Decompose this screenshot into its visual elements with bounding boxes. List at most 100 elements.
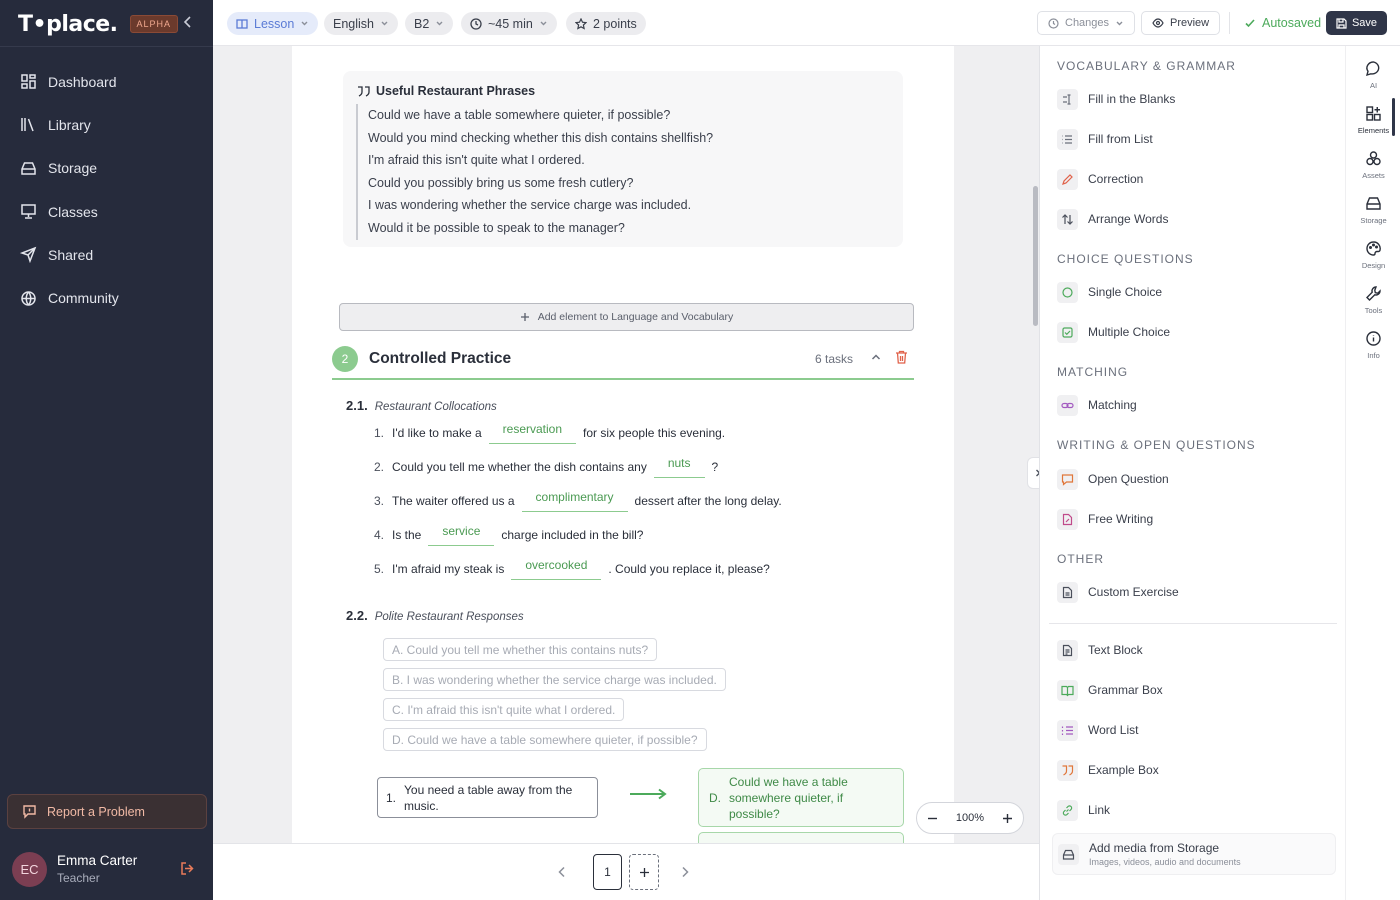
match-option[interactable]: A. Could you tell me whether this contai…	[383, 638, 658, 661]
match-option[interactable]: B. I was wondering whether the service c…	[383, 668, 726, 691]
exercise-title[interactable]: Restaurant Collocations	[375, 401, 497, 413]
autosave-label: Autosaved	[1262, 16, 1322, 30]
element-arrange-words[interactable]: Arrange Words	[1057, 206, 1168, 232]
sidebar-item-classes[interactable]: Classes	[0, 190, 213, 233]
answer-blank[interactable]: overcooked	[511, 558, 602, 580]
rail-item-assets[interactable]: Assets	[1346, 150, 1400, 180]
list-item: Could you possibly bring us some fresh c…	[356, 171, 713, 195]
element-label: Text Block	[1088, 643, 1143, 657]
match-option[interactable]: D. Could we have a table somewhere quiet…	[383, 728, 707, 751]
trash-icon[interactable]	[895, 350, 908, 364]
user-role: Teacher	[57, 871, 100, 885]
preview-button[interactable]: Preview	[1141, 11, 1221, 35]
element-fill-blanks[interactable]: Fill in the Blanks	[1057, 86, 1175, 112]
avatar[interactable]: EC	[12, 851, 47, 887]
expand-panel-button[interactable]	[1027, 457, 1039, 489]
sidebar-item-dashboard[interactable]: Dashboard	[0, 60, 213, 103]
element-free-writing[interactable]: Free Writing	[1057, 506, 1153, 532]
chevron-down-icon	[435, 19, 444, 28]
scrollbar[interactable]	[1033, 186, 1038, 326]
chevron-left-icon[interactable]	[557, 866, 567, 878]
element-link[interactable]: Link	[1057, 797, 1110, 823]
answer-blank[interactable]: reservation	[488, 422, 577, 444]
info-icon	[1365, 330, 1382, 347]
rail-item-elements[interactable]: Elements	[1346, 105, 1400, 135]
match-option[interactable]: C. I'm afraid this isn't quite what I or…	[383, 698, 625, 721]
chevron-up-icon[interactable]	[870, 351, 882, 363]
section-title[interactable]: Controlled Practice	[369, 350, 511, 368]
eye-icon	[1152, 17, 1164, 29]
exercise-title[interactable]: Polite Restaurant Responses	[375, 611, 524, 623]
category-heading: MATCHING	[1057, 365, 1129, 379]
report-problem-button[interactable]: Report a Problem	[7, 794, 207, 829]
sidebar-item-label: Classes	[48, 203, 98, 220]
element-custom-exercise[interactable]: Custom Exercise	[1057, 579, 1179, 605]
top-bar: Lesson English B2 ~45 min 2 points Chang…	[213, 0, 1400, 46]
preview-label: Preview	[1170, 17, 1210, 29]
shared-icon	[20, 246, 37, 264]
element-matching[interactable]: Matching	[1057, 392, 1137, 418]
logout-icon[interactable]	[180, 861, 195, 876]
add-page-button[interactable]	[629, 854, 659, 890]
element-multiple-choice[interactable]: Multiple Choice	[1057, 319, 1170, 345]
collapse-sidebar-icon[interactable]	[180, 14, 196, 30]
sidebar-item-library[interactable]: Library	[0, 103, 213, 146]
element-open-question[interactable]: Open Question	[1057, 466, 1169, 492]
category-heading: CHOICE QUESTIONS	[1057, 252, 1194, 266]
document-icon	[1057, 581, 1078, 603]
arrows-icon	[1057, 208, 1078, 230]
list-item: I'm afraid this isn't quite what I order…	[356, 149, 713, 172]
sidebar-item-community[interactable]: Community	[0, 276, 213, 319]
exercise-header: 2.2. Polite Restaurant Responses	[346, 608, 524, 623]
rail-item-storage[interactable]: Storage	[1346, 195, 1400, 225]
add-element-label: Add element to Language and Vocabulary	[537, 311, 734, 323]
element-single-choice[interactable]: Single Choice	[1057, 279, 1162, 305]
element-word-list[interactable]: Word List	[1057, 717, 1138, 743]
answer-blank[interactable]: complimentary	[521, 490, 628, 512]
quote-icon	[357, 85, 370, 98]
zoom-in-button[interactable]	[1002, 813, 1013, 824]
phrases-box[interactable]: Useful Restaurant Phrases Could we have …	[343, 71, 903, 247]
save-button[interactable]: Save	[1326, 11, 1387, 35]
row-number: 4.	[374, 528, 385, 542]
element-text-block[interactable]: Text Block	[1057, 637, 1143, 663]
pencil-icon	[1057, 168, 1078, 190]
element-label: Single Choice	[1088, 285, 1163, 299]
match-answer[interactable]: D. Could we have a table somewhere quiet…	[698, 768, 904, 827]
logo[interactable]: T•place.	[18, 12, 118, 37]
wrench-icon	[1365, 285, 1382, 302]
check-icon	[1244, 17, 1256, 29]
points-chip[interactable]: 2 points	[566, 12, 646, 35]
page-thumbnail[interactable]: 1	[593, 854, 622, 890]
duration-dropdown[interactable]: ~45 min	[461, 12, 557, 35]
lesson-type-dropdown[interactable]: Lesson	[227, 12, 319, 35]
answer-blank[interactable]: service	[428, 524, 495, 546]
zoom-out-button[interactable]	[927, 813, 938, 824]
changes-label: Changes	[1065, 17, 1110, 29]
task-count: 6 tasks	[815, 352, 854, 366]
level-dropdown[interactable]: B2	[405, 12, 454, 35]
user-name: Emma Carter	[57, 853, 138, 868]
dashboard-icon	[20, 73, 37, 90]
chevron-right-icon[interactable]	[680, 866, 690, 878]
rail-item-info[interactable]: Info	[1346, 330, 1400, 360]
rail-item-tools[interactable]: Tools	[1346, 285, 1400, 315]
sidebar-item-storage[interactable]: Storage	[0, 147, 213, 190]
rail-item-ai[interactable]: AI	[1346, 60, 1400, 90]
language-dropdown[interactable]: English	[324, 12, 398, 35]
answer-blank[interactable]: nuts	[653, 456, 705, 478]
element-grammar-box[interactable]: Grammar Box	[1057, 677, 1163, 703]
match-prompt[interactable]: 1. You need a table away from the music.	[377, 777, 598, 818]
row-number: 2.	[374, 460, 385, 474]
match-answer[interactable]	[698, 832, 904, 843]
element-fill-list[interactable]: Fill from List	[1057, 126, 1153, 152]
changes-button[interactable]: Changes	[1037, 11, 1136, 35]
add-media-button[interactable]: Add media from Storage Images, videos, a…	[1052, 833, 1336, 875]
element-correction[interactable]: Correction	[1057, 166, 1143, 192]
sidebar-item-shared[interactable]: Shared	[0, 233, 213, 276]
media-subtitle: Images, videos, audio and documents	[1089, 857, 1241, 867]
add-element-button[interactable]: Add element to Language and Vocabulary	[339, 303, 914, 331]
rail-item-design[interactable]: Design	[1346, 240, 1400, 270]
element-example-box[interactable]: Example Box	[1057, 757, 1159, 783]
panel-divider	[1049, 623, 1337, 624]
